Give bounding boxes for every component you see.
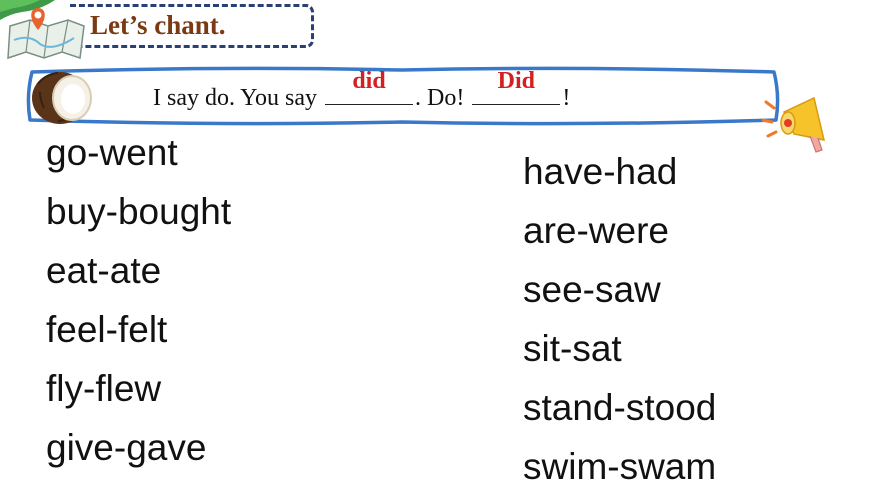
list-item: are-were bbox=[523, 210, 669, 251]
answer-blank-1: did bbox=[325, 68, 414, 105]
chant-prefix: I say do. You say bbox=[153, 85, 318, 111]
coconut-icon bbox=[32, 72, 92, 124]
chant-middle: . Do! bbox=[415, 85, 465, 111]
list-item: feel-felt bbox=[46, 309, 168, 350]
list-item: eat-ate bbox=[46, 250, 162, 291]
list-item: swim-swam bbox=[523, 446, 717, 487]
megaphone-icon bbox=[762, 96, 826, 153]
list-item: fly-flew bbox=[46, 368, 162, 409]
chant-suffix: ! bbox=[562, 85, 571, 111]
list-item: see-saw bbox=[523, 269, 661, 310]
left-word-list: go-went buy-bought eat-ate feel-felt fly… bbox=[46, 123, 231, 477]
map-pin-icon bbox=[0, 0, 85, 60]
chant-sentence: I say do. You say did . Do! Did! bbox=[153, 68, 571, 112]
list-item: sit-sat bbox=[523, 328, 622, 369]
list-item: buy-bought bbox=[46, 191, 232, 232]
answer-blank-2: Did bbox=[472, 68, 561, 105]
page-title: Let’s chant. bbox=[90, 10, 226, 40]
list-item: stand-stood bbox=[523, 387, 717, 428]
answer-2: Did bbox=[497, 68, 536, 94]
list-item: have-had bbox=[523, 151, 678, 192]
right-word-list: have-had are-were see-saw sit-sat stand-… bbox=[523, 142, 716, 496]
list-item: go-went bbox=[46, 132, 178, 173]
list-item: give-gave bbox=[46, 427, 207, 468]
answer-1: did bbox=[352, 68, 386, 94]
